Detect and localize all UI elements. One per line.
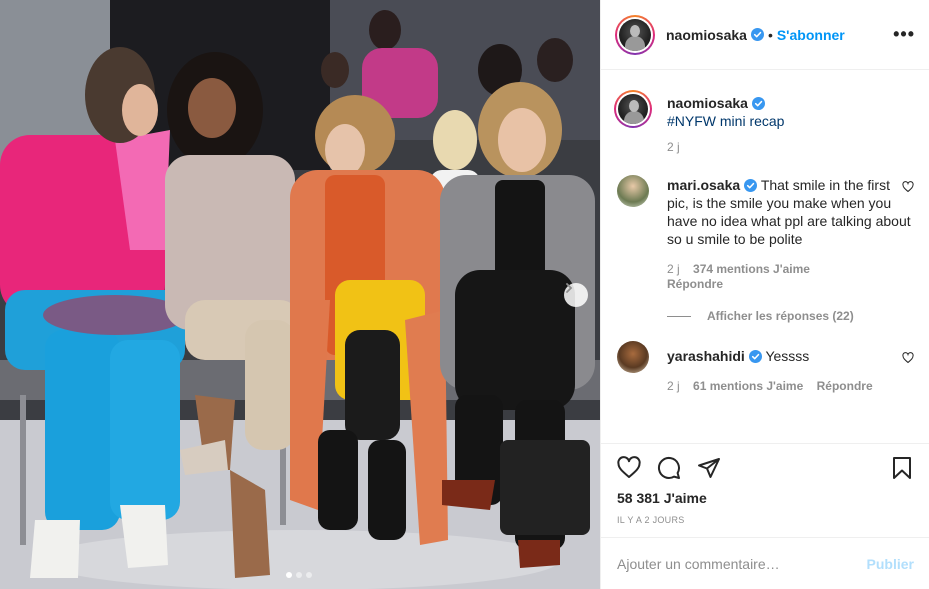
verified-badge-icon [748, 350, 762, 363]
follow-button[interactable]: S'abonner [777, 27, 845, 43]
comment-username[interactable]: yarashahidi [667, 348, 745, 364]
carousel-dot [296, 572, 302, 578]
comment-time: 2 j [667, 262, 680, 276]
verified-badge-icon [750, 28, 764, 41]
post-photo[interactable] [0, 0, 600, 589]
more-options-icon[interactable]: ••• [893, 24, 915, 45]
verified-badge-icon [744, 179, 758, 192]
reply-button[interactable]: Répondre [667, 277, 723, 291]
post-sidebar: naomiosaka • S'abonner ••• naomiosaka #N… [600, 0, 929, 589]
reply-button[interactable]: Répondre [817, 379, 873, 393]
add-comment-input[interactable] [617, 555, 867, 572]
commenter-avatar[interactable] [617, 175, 649, 207]
carousel-next-button[interactable] [564, 283, 588, 307]
share-paper-plane-icon[interactable] [697, 456, 721, 480]
add-comment-bar: Publier [601, 537, 929, 589]
view-replies-label: Afficher les réponses (22) [707, 309, 854, 323]
action-icons [617, 444, 914, 492]
verified-badge-icon [751, 97, 765, 110]
post-header: naomiosaka • S'abonner ••• [601, 0, 929, 70]
like-heart-icon[interactable] [617, 456, 641, 480]
comment-meta: 2 j 374 mentions J'aime Répondre [667, 262, 914, 292]
comment-like-heart-icon[interactable] [902, 181, 914, 193]
comment-likes[interactable]: 374 mentions J'aime [693, 262, 810, 276]
avatar[interactable] [615, 14, 655, 55]
caption-avatar[interactable] [614, 90, 652, 128]
comment-username[interactable]: mari.osaka [667, 177, 740, 193]
carousel-dot [306, 572, 312, 578]
caption-time: 2 j [667, 140, 680, 154]
comment-meta: 2 j 61 mentions J'aime Répondre [667, 379, 914, 394]
bookmark-save-icon[interactable] [890, 456, 914, 480]
publish-button[interactable]: Publier [867, 556, 914, 572]
carousel-indicator [286, 572, 312, 578]
header-username[interactable]: naomiosaka [666, 27, 747, 43]
comment: yarashahidi Yessss 2 j 61 mentions J'aim… [617, 341, 914, 394]
view-replies-button[interactable]: Afficher les réponses (22) [667, 309, 914, 323]
comments-list[interactable]: naomiosaka #NYFW mini recap 2 j mari.osa… [601, 71, 929, 443]
fashion-week-photo [0, 0, 600, 589]
comment-likes[interactable]: 61 mentions J'aime [693, 379, 803, 393]
header-separator: • [767, 26, 773, 43]
chevron-right-icon [566, 283, 573, 293]
post-actions: 58 381 J'aime IL Y A 2 JOURS [601, 443, 929, 525]
avatar-image [619, 18, 651, 51]
like-count[interactable]: 58 381 J'aime [617, 490, 914, 506]
carousel-dot [286, 572, 292, 578]
comment-time: 2 j [667, 379, 680, 393]
comment-like-heart-icon[interactable] [902, 352, 914, 364]
commenter-avatar[interactable] [617, 341, 649, 373]
caption-text[interactable]: #NYFW mini recap [667, 113, 784, 129]
comment: mari.osaka That smile in the first pic, … [617, 175, 914, 292]
caption: naomiosaka #NYFW mini recap 2 j [614, 90, 914, 155]
replies-divider [667, 315, 691, 317]
comment-text: Yessss [765, 348, 810, 364]
avatar-image [618, 94, 648, 124]
comment-bubble-icon[interactable] [657, 456, 681, 480]
post-date[interactable]: IL Y A 2 JOURS [617, 515, 914, 525]
caption-username[interactable]: naomiosaka [667, 95, 748, 111]
